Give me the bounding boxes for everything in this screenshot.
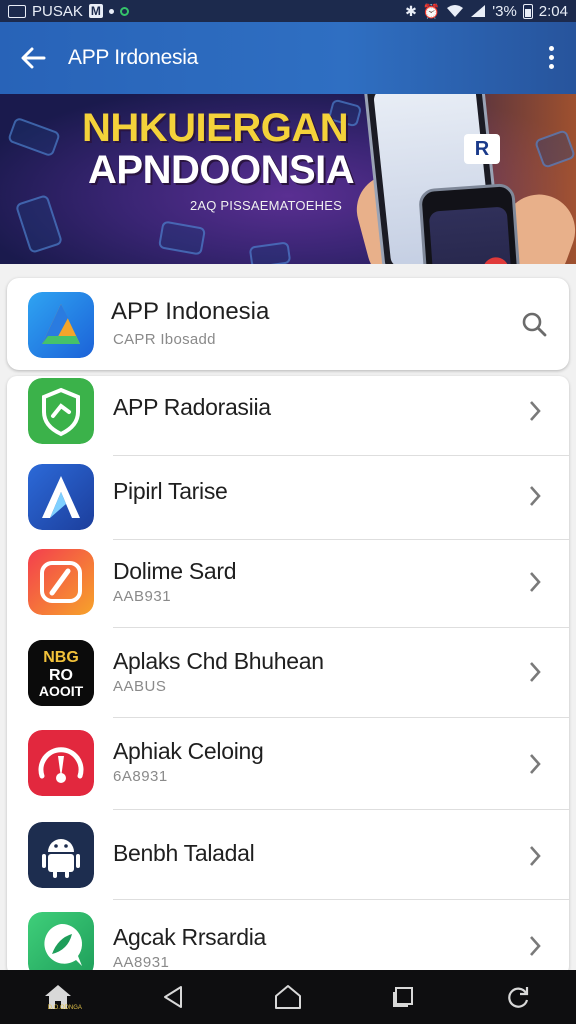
banner-headline-2: APNDOONSIA <box>88 148 355 192</box>
list-item[interactable]: Aphiak Celoing 6A8931 <box>7 718 569 810</box>
decor-phone-icon <box>14 194 64 254</box>
system-nav-bar: D.O.ODNGA <box>0 970 576 1024</box>
chevron-right-icon <box>530 662 541 682</box>
more-vert-icon[interactable] <box>549 46 554 69</box>
alarm-icon: ⏰ <box>422 2 441 19</box>
gauge-icon <box>28 730 94 796</box>
home-outline-icon <box>274 985 301 1009</box>
square-icon <box>393 987 414 1007</box>
decor-phone-icon <box>248 241 292 264</box>
chevron-right-icon <box>530 572 541 592</box>
app-subtitle: AABUS <box>113 678 167 695</box>
status-bar: PUSAK M ✱ ⏰ '3% 2:04 <box>0 0 576 22</box>
triangle-back-icon <box>163 986 182 1008</box>
app-subtitle: AAB931 <box>113 588 172 605</box>
svg-text:RO: RO <box>49 667 73 684</box>
app-title: Aphiak Celoing <box>113 738 264 764</box>
app-title: Benbh Taladal <box>113 840 255 866</box>
phone-logo: R <box>464 134 500 164</box>
decor-phone-icon <box>7 116 61 158</box>
chevron-right-icon <box>530 754 541 774</box>
bluetooth-icon: ✱ <box>405 2 417 19</box>
page-title: APP Irdonesia <box>68 46 198 69</box>
wifi-icon <box>447 5 464 17</box>
featured-app-subtitle: CAPR Ibosadd <box>113 331 216 348</box>
clock: 2:04 <box>538 2 568 20</box>
svg-text:NBG: NBG <box>43 649 79 666</box>
search-icon[interactable] <box>521 311 547 337</box>
app-title: Pipirl Tarise <box>113 478 228 504</box>
list-item[interactable]: Agcak Rrsardia AA8931 <box>7 900 569 976</box>
home-button[interactable] <box>268 977 308 1017</box>
battery-percent: '3% <box>492 2 517 20</box>
banner-headline: NHKUIERGAN <box>82 106 349 150</box>
phone-illustration <box>418 182 526 264</box>
svg-text:AOOIT: AOOIT <box>39 683 84 699</box>
back-arrow-icon[interactable] <box>18 43 48 73</box>
decor-phone-icon <box>157 220 207 256</box>
chevron-right-icon <box>530 846 541 866</box>
app-subtitle: AA8931 <box>113 954 170 971</box>
app-title: Aplaks Chd Bhuhean <box>113 648 324 674</box>
chat-leaf-icon <box>28 912 94 976</box>
list-item[interactable]: Benbh Taladal <box>7 810 569 900</box>
status-right: ✱ ⏰ '3% 2:04 <box>405 3 568 20</box>
app-title: Dolime Sard <box>113 558 237 584</box>
decor-phone-icon <box>533 129 576 169</box>
back-nav-button[interactable] <box>153 977 193 1017</box>
featured-app-title: APP Indonesia <box>111 298 270 325</box>
app-a-icon <box>28 292 94 358</box>
promo-banner[interactable]: NHKUIERGAN APNDOONSIA 2AQ PISSAEMATOEHES… <box>0 94 576 264</box>
list-item[interactable]: Dolime Sard AAB931 <box>7 540 569 628</box>
battery-icon <box>522 3 533 19</box>
app-title: APP Radorasiia <box>113 394 271 420</box>
featured-app-card[interactable]: APP Indonesia CAPR Ibosadd <box>7 278 569 370</box>
shield-icon <box>28 378 94 444</box>
app-subtitle: 6A8931 <box>113 768 168 785</box>
chevron-right-icon <box>530 936 541 956</box>
brush-icon <box>28 549 94 615</box>
a-logo-icon <box>28 464 94 530</box>
signal-icon <box>471 5 486 17</box>
chevron-right-icon <box>530 486 541 506</box>
banner-subline: 2AQ PISSAEMATOEHES <box>190 198 342 213</box>
status-left: PUSAK M <box>8 3 129 20</box>
refresh-button[interactable] <box>498 977 538 1017</box>
app-list: APP Radorasiia Pipirl Tarise Dolime Sard… <box>7 376 569 976</box>
app-bar: APP Irdonesia <box>0 22 576 94</box>
chevron-right-icon <box>530 401 541 421</box>
android-icon <box>28 822 94 888</box>
text-badge-icon: NBG RO AOOIT <box>28 640 94 706</box>
list-item[interactable]: APP Radorasiia <box>7 376 569 456</box>
home-nav-button[interactable]: D.O.ODNGA <box>38 977 82 1017</box>
app-title: Agcak Rrsardia <box>113 924 267 950</box>
notification-icon: M <box>88 4 103 18</box>
recents-button[interactable] <box>383 977 423 1017</box>
dot-icon <box>108 8 114 14</box>
home-caption: D.O.ODNGA <box>47 1005 82 1011</box>
carrier-label: PUSAK <box>32 2 83 20</box>
sync-icon <box>119 6 129 16</box>
sim-icon <box>8 4 26 18</box>
list-item[interactable]: Pipirl Tarise <box>7 456 569 540</box>
refresh-icon <box>508 987 529 1008</box>
list-item[interactable]: NBG RO AOOIT Aplaks Chd Bhuhean AABUS <box>7 628 569 718</box>
